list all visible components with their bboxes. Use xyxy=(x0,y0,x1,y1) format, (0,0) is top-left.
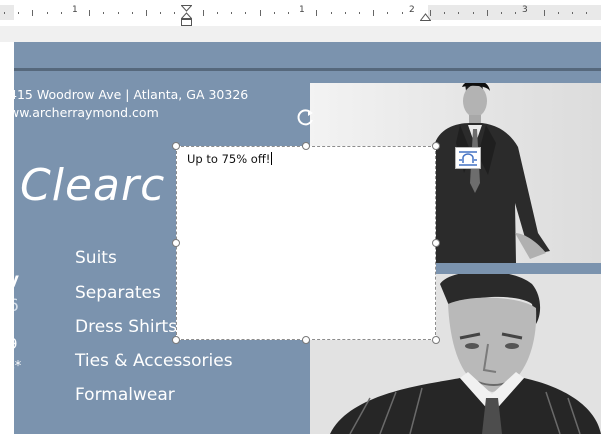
ruler-tick xyxy=(458,12,459,14)
ruler-tick xyxy=(501,12,502,14)
ruler-label: 1 xyxy=(72,5,78,15)
side-text-fragment: 6 xyxy=(14,296,19,316)
layout-options-icon xyxy=(459,151,477,166)
text-cursor xyxy=(271,152,273,165)
text-box-content[interactable]: Up to 75% off! xyxy=(187,152,273,166)
horizontal-ruler[interactable]: 1 1 2 3 xyxy=(0,0,601,26)
ruler-tick xyxy=(515,12,516,14)
ruler-tick xyxy=(373,10,374,16)
ruler-label: 1 xyxy=(299,5,305,15)
text-box[interactable]: Up to 75% off! xyxy=(176,146,436,340)
ruler-tick xyxy=(32,10,33,16)
ruler-tick xyxy=(217,12,218,14)
ruler-tick xyxy=(558,12,559,14)
side-text-fragment: s* xyxy=(14,359,22,374)
ruler-tick xyxy=(47,12,48,14)
ruler-tick xyxy=(4,12,5,14)
website-line: ww.archerraymond.com xyxy=(14,105,159,120)
menu-item-dress-shirts: Dress Shirts xyxy=(75,317,178,337)
ruler-tick xyxy=(260,10,261,16)
ruler-tick xyxy=(61,12,62,14)
ruler-tick xyxy=(444,12,445,14)
ruler-tick xyxy=(288,12,289,14)
resize-handle-bottom-middle[interactable] xyxy=(302,336,310,344)
ruler-tick xyxy=(487,10,488,16)
ruler-tick xyxy=(387,12,388,14)
ruler-label: 2 xyxy=(409,5,415,15)
ruler-tick xyxy=(89,10,90,16)
ruler-tick xyxy=(118,12,119,14)
resize-handle-top-left[interactable] xyxy=(172,142,180,150)
ruler-tick xyxy=(274,12,275,14)
resize-handle-bottom-left[interactable] xyxy=(172,336,180,344)
ruler-tick xyxy=(245,12,246,14)
ruler-tick xyxy=(146,10,147,16)
menu-item-suits: Suits xyxy=(75,248,117,268)
ruler-tick xyxy=(572,12,573,14)
resize-handle-bottom-right[interactable] xyxy=(432,336,440,344)
ruler-tick xyxy=(473,12,474,14)
ruler-label: 3 xyxy=(522,5,528,15)
menu-item-formalwear: Formalwear xyxy=(75,385,175,405)
side-text-fragment: 9 xyxy=(14,335,18,353)
side-text-fragment: y xyxy=(14,270,19,290)
ruler-tick xyxy=(345,12,346,14)
layout-options-button[interactable] xyxy=(455,147,481,169)
resize-handle-middle-left[interactable] xyxy=(172,239,180,247)
menu-item-separates: Separates xyxy=(75,283,161,303)
ruler-tick xyxy=(586,12,587,14)
canvas-gap xyxy=(0,26,601,42)
ruler-tick xyxy=(160,12,161,14)
ruler-tick xyxy=(231,12,232,14)
header-divider-line xyxy=(14,68,601,71)
ruler-tick xyxy=(103,12,104,14)
ruler-tick xyxy=(331,12,332,14)
ruler-tick xyxy=(203,10,204,16)
right-indent-marker-icon[interactable] xyxy=(420,12,431,21)
resize-handle-top-middle[interactable] xyxy=(302,142,310,150)
ruler-tick xyxy=(359,12,360,14)
ruler-tick xyxy=(544,10,545,16)
resize-handle-top-right[interactable] xyxy=(432,142,440,150)
headline-text: Clearc xyxy=(20,160,166,211)
ruler-tick xyxy=(132,12,133,14)
rotate-handle-icon[interactable] xyxy=(296,107,316,127)
first-line-indent-marker-icon[interactable] xyxy=(181,5,192,27)
ruler-tick xyxy=(174,12,175,14)
address-line: 415 Woodrow Ave | Atlanta, GA 30326 xyxy=(14,87,249,102)
text-box-text: Up to 75% off! xyxy=(187,152,271,166)
ruler-tick xyxy=(18,12,19,14)
resize-handle-middle-right[interactable] xyxy=(432,239,440,247)
ruler-tick xyxy=(402,12,403,14)
ruler-tick xyxy=(316,10,317,16)
menu-item-ties-accessories: Ties & Accessories xyxy=(75,351,233,371)
